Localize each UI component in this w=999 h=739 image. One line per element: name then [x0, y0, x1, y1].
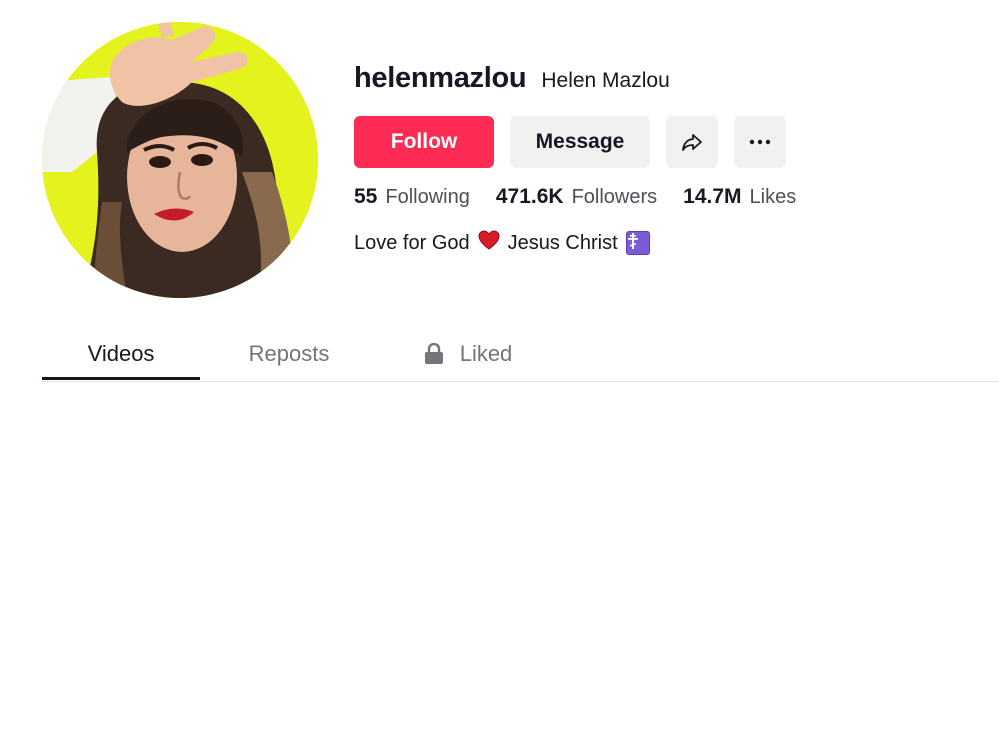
share-button[interactable]: [666, 116, 718, 168]
followers-count: 471.6K: [495, 185, 564, 208]
profile-info: helenmazlou Helen Mazlou Follow Message: [354, 62, 974, 257]
profile-stats: 55 Following 471.6K Followers 14.7M Like…: [354, 185, 974, 215]
more-button[interactable]: [734, 116, 786, 168]
followers-label: Followers: [571, 186, 658, 208]
following-label: Following: [385, 186, 470, 208]
tab-liked[interactable]: Liked: [378, 326, 558, 381]
nickname: Helen Mazlou: [541, 69, 670, 92]
more-dots-icon: [749, 139, 771, 145]
follow-button[interactable]: Follow: [354, 116, 494, 168]
profile-tabs: Videos Reposts Liked: [42, 326, 999, 382]
orthodox-cross-icon: [625, 231, 650, 255]
likes-label: Likes: [749, 186, 797, 208]
username: helenmazlou: [354, 62, 527, 94]
tab-reposts-label: Reposts: [248, 340, 330, 366]
tab-liked-label: Liked: [459, 340, 513, 366]
lock-icon: [424, 342, 444, 365]
tab-videos[interactable]: Videos: [42, 326, 200, 381]
stat-likes: 14.7M Likes: [683, 185, 796, 209]
profile-names: helenmazlou Helen Mazlou: [354, 62, 974, 102]
stat-followers[interactable]: 471.6K Followers: [496, 185, 657, 209]
following-count: 55: [354, 185, 378, 208]
red-heart-icon: [478, 230, 500, 256]
bio-text-love: Love for God: [354, 231, 470, 254]
bio-text-jesus: Jesus Christ: [507, 231, 618, 254]
profile-bio: Love for God Jesus Christ: [354, 229, 974, 257]
tab-reposts[interactable]: Reposts: [200, 326, 378, 381]
share-arrow-icon: [680, 130, 704, 154]
avatar-image: [42, 22, 318, 298]
message-button[interactable]: Message: [510, 116, 650, 168]
profile-avatar[interactable]: [42, 22, 318, 298]
tab-videos-label: Videos: [87, 340, 155, 366]
active-tab-indicator: [42, 377, 200, 380]
profile-actions: Follow Message: [354, 116, 974, 168]
stat-following[interactable]: 55 Following: [354, 185, 470, 209]
likes-count: 14.7M: [683, 185, 742, 208]
